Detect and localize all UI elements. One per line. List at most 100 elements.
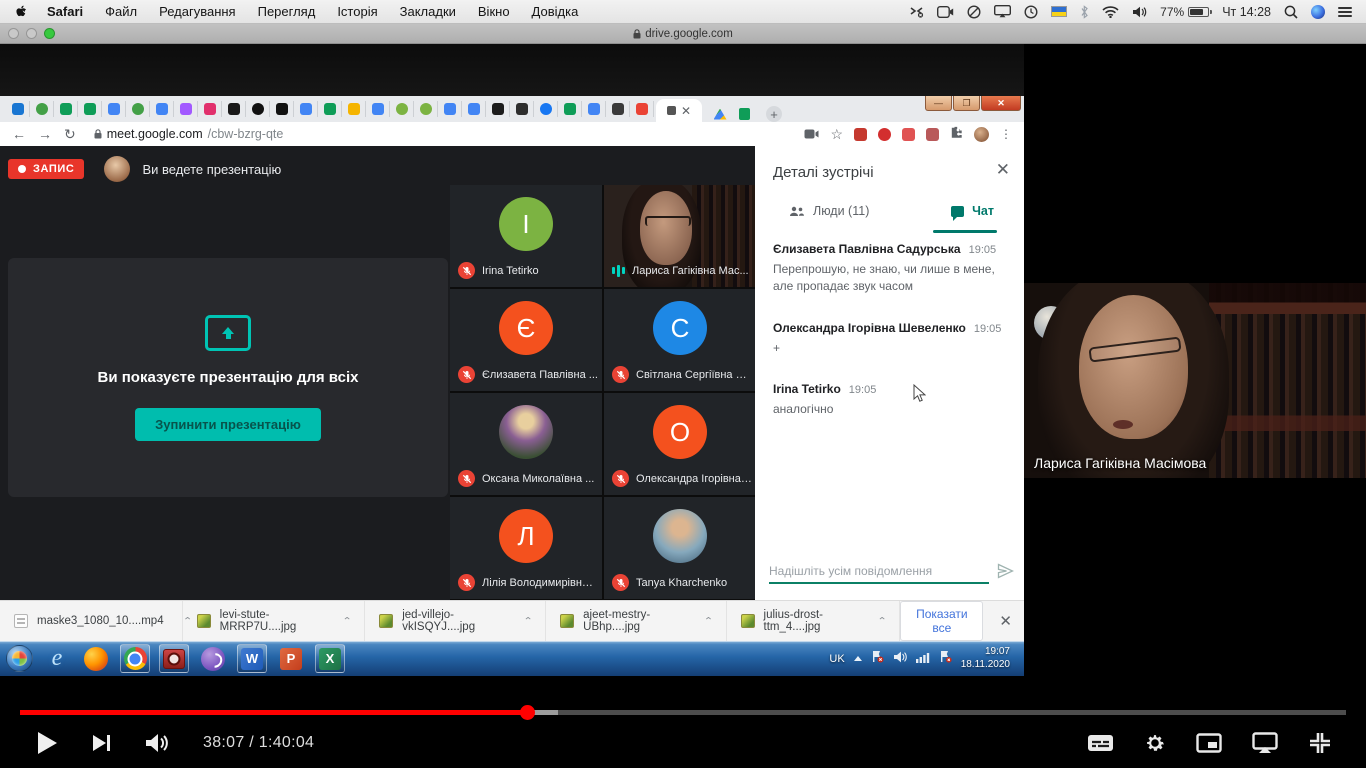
do-not-disturb-icon[interactable] [967, 5, 981, 19]
download-item[interactable]: ajeet-mestry-UBhp....jpg⌃ [546, 601, 726, 641]
tab-people[interactable]: Люди (11) [789, 204, 869, 218]
check-green-favicon-icon[interactable] [390, 101, 414, 117]
downloads-close-icon[interactable]: ✕ [999, 612, 1012, 630]
docs-favicon-icon[interactable] [462, 101, 486, 117]
back-icon[interactable]: ← [12, 126, 26, 142]
participant-tile[interactable]: Л Лілія Володимирівна ... [450, 497, 602, 599]
menu-view[interactable]: Перегляд [258, 4, 316, 19]
network-icon[interactable] [916, 650, 930, 668]
chevron-up-icon[interactable]: ⌃ [703, 615, 713, 626]
excel-icon[interactable]: X [315, 644, 345, 673]
settings-button[interactable] [1144, 732, 1166, 754]
participant-tile[interactable]: С Світлана Сергіївна Д... [604, 289, 756, 391]
wifi-icon[interactable] [1102, 6, 1119, 18]
dark-app-favicon-icon[interactable] [222, 101, 246, 117]
gmail-favicon-icon[interactable] [630, 101, 654, 117]
bw-app-favicon-icon[interactable] [510, 101, 534, 117]
chevron-up-icon[interactable]: ⌃ [877, 615, 887, 626]
window-zoom-button[interactable] [44, 28, 55, 39]
screen-record-icon[interactable] [937, 6, 954, 18]
figma-favicon-icon[interactable] [174, 101, 198, 117]
airplay-display-icon[interactable] [994, 5, 1011, 18]
cast-button[interactable] [1252, 732, 1278, 754]
volume-button[interactable] [145, 733, 169, 753]
time-machine-icon[interactable] [1024, 5, 1038, 19]
tab-chat[interactable]: Чат [951, 204, 994, 218]
sheets-favicon-icon[interactable] [558, 101, 582, 117]
participant-tile[interactable]: Tanya Kharchenko [604, 497, 756, 599]
docs-favicon-icon[interactable] [366, 101, 390, 117]
play-button[interactable] [36, 731, 58, 755]
apple-icon[interactable] [14, 4, 29, 19]
tiktok-favicon-icon[interactable] [270, 101, 294, 117]
menu-window[interactable]: Вікно [478, 4, 510, 19]
notification-center-icon[interactable] [1338, 7, 1352, 17]
miniplayer-button[interactable] [1196, 733, 1222, 753]
camera-tab-icon[interactable] [804, 129, 819, 139]
facebook-favicon-icon[interactable] [534, 101, 558, 117]
viber-icon[interactable] [198, 644, 228, 673]
close-button[interactable]: ✕ [981, 96, 1021, 111]
start-button[interactable] [6, 645, 33, 672]
acrobat-icon[interactable] [926, 128, 939, 141]
download-item[interactable]: julius-drost-ttm_4....jpg⌃ [727, 601, 901, 641]
chrome-menu-icon[interactable]: ⋮ [1000, 127, 1012, 141]
chevron-up-icon[interactable]: ⌃ [523, 615, 533, 626]
keep-favicon-icon[interactable] [342, 101, 366, 117]
docs-favicon-icon[interactable] [150, 101, 174, 117]
tray-expand-icon[interactable] [854, 656, 862, 661]
progress-scrubber[interactable] [520, 705, 535, 720]
sheets-favicon-icon[interactable] [732, 106, 756, 122]
camera-app-icon[interactable] [159, 644, 189, 673]
docs-favicon-icon[interactable] [438, 101, 462, 117]
menu-history[interactable]: Історія [337, 4, 377, 19]
photos-dark-favicon-icon[interactable] [606, 101, 630, 117]
download-item[interactable]: levi-stute-MRRP7U....jpg⌃ [183, 601, 366, 641]
url-field[interactable]: meet.google.com/cbw-bzrg-qte [94, 127, 284, 141]
progress-bar[interactable] [20, 710, 1346, 715]
chevron-up-icon[interactable]: ⌃ [342, 615, 352, 626]
send-message-icon[interactable] [997, 563, 1014, 584]
bluetooth-icon[interactable] [1080, 5, 1089, 19]
active-tab[interactable]: ✕ [656, 99, 702, 122]
language-indicator[interactable]: UK [829, 653, 844, 665]
next-button[interactable] [92, 733, 111, 753]
adblock-icon[interactable] [878, 128, 891, 141]
maximize-button[interactable]: ❐ [953, 96, 980, 111]
instagram-favicon-icon[interactable] [198, 101, 222, 117]
docs-favicon-icon[interactable] [294, 101, 318, 117]
chrome-profile-avatar[interactable] [974, 127, 989, 142]
captions-button[interactable] [1087, 733, 1114, 753]
sheets-favicon-icon[interactable] [318, 101, 342, 117]
docs-favicon-icon[interactable] [102, 101, 126, 117]
dark-dot-favicon-icon[interactable] [246, 101, 270, 117]
bookmark-star-icon[interactable]: ☆ [830, 126, 843, 143]
action-center-alert-icon[interactable] [871, 650, 884, 668]
chat-message-input[interactable] [769, 560, 989, 584]
menu-edit[interactable]: Редагування [159, 4, 236, 19]
internet-explorer-icon[interactable]: e [42, 644, 72, 673]
extension-red-icon[interactable] [854, 128, 867, 141]
sheets-favicon-icon[interactable] [78, 101, 102, 117]
exit-fullscreen-button[interactable] [1308, 731, 1332, 755]
ukraine-flag-icon[interactable] [1051, 6, 1067, 17]
chevron-up-icon[interactable]: ⌃ [183, 615, 193, 626]
extension-play-icon[interactable] [902, 128, 915, 141]
puzzle-extensions-icon[interactable] [950, 126, 963, 142]
outlook-favicon-icon[interactable] [6, 101, 30, 117]
panel-close-icon[interactable]: ✕ [996, 160, 1010, 180]
sync-status-icon[interactable] [909, 5, 924, 18]
download-item[interactable]: maske3_1080_10....mp4⌃ [0, 601, 183, 641]
sheets-favicon-icon[interactable] [54, 101, 78, 117]
volume-icon[interactable] [1132, 6, 1147, 18]
participant-tile[interactable]: Оксана Миколаївна ... [450, 393, 602, 495]
menu-help[interactable]: Довідка [532, 4, 579, 19]
serif-a-favicon-icon[interactable] [486, 101, 510, 117]
battery-indicator[interactable]: 77% [1160, 5, 1209, 19]
check-green-favicon-icon[interactable] [414, 101, 438, 117]
action-center-flag-icon[interactable] [939, 650, 952, 668]
menu-safari[interactable]: Safari [47, 4, 83, 19]
participant-tile[interactable]: О Олександра Ігорівна ... [604, 393, 756, 495]
menubar-clock[interactable]: Чт 14:28 [1222, 5, 1271, 19]
participant-tile[interactable]: Є Єлизавета Павлівна ... [450, 289, 602, 391]
